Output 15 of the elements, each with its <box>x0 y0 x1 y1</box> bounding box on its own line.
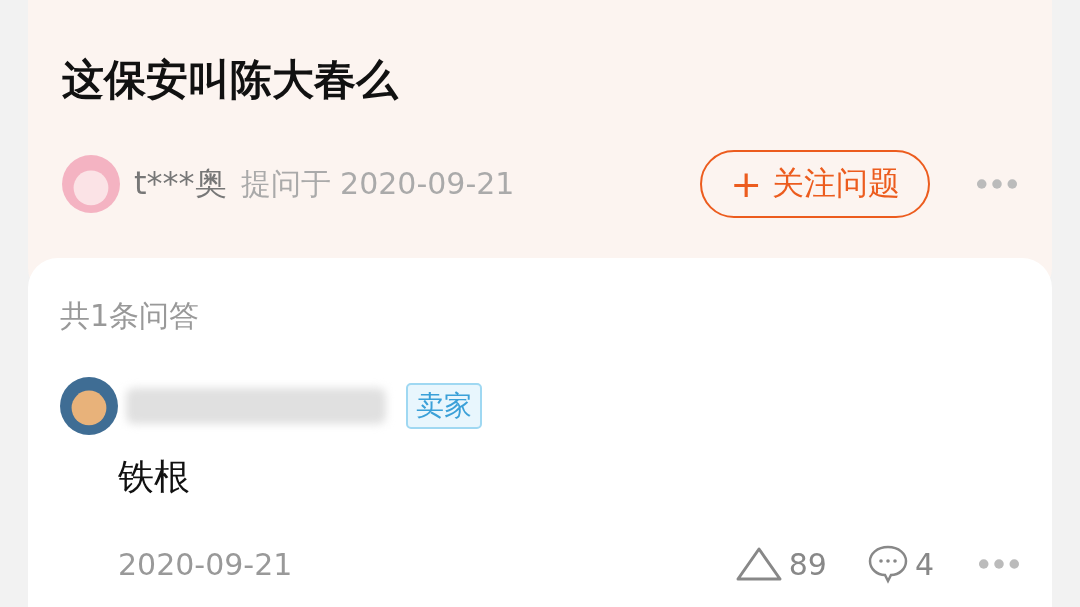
avatar-icon[interactable] <box>60 377 118 435</box>
answer-text: 铁根 <box>118 455 191 499</box>
comment-count: 4 <box>914 546 934 582</box>
asker-name[interactable]: t***奥 <box>134 162 227 206</box>
answer-count: 共1条问答 <box>60 297 201 335</box>
answer-date: 2020-09-21 <box>118 546 293 582</box>
comment-icon[interactable] <box>866 544 909 584</box>
more-icon[interactable] <box>976 178 1018 190</box>
follow-question-button[interactable]: + 关注问题 <box>700 150 930 218</box>
seller-badge: 卖家 <box>406 383 482 429</box>
question-title: 这保安叫陈大春么 <box>62 54 400 106</box>
more-icon[interactable] <box>978 558 1020 570</box>
triangle-icon[interactable] <box>734 546 783 582</box>
like-count: 89 <box>788 546 827 582</box>
asked-date: 提问于 2020-09-21 <box>240 164 516 203</box>
